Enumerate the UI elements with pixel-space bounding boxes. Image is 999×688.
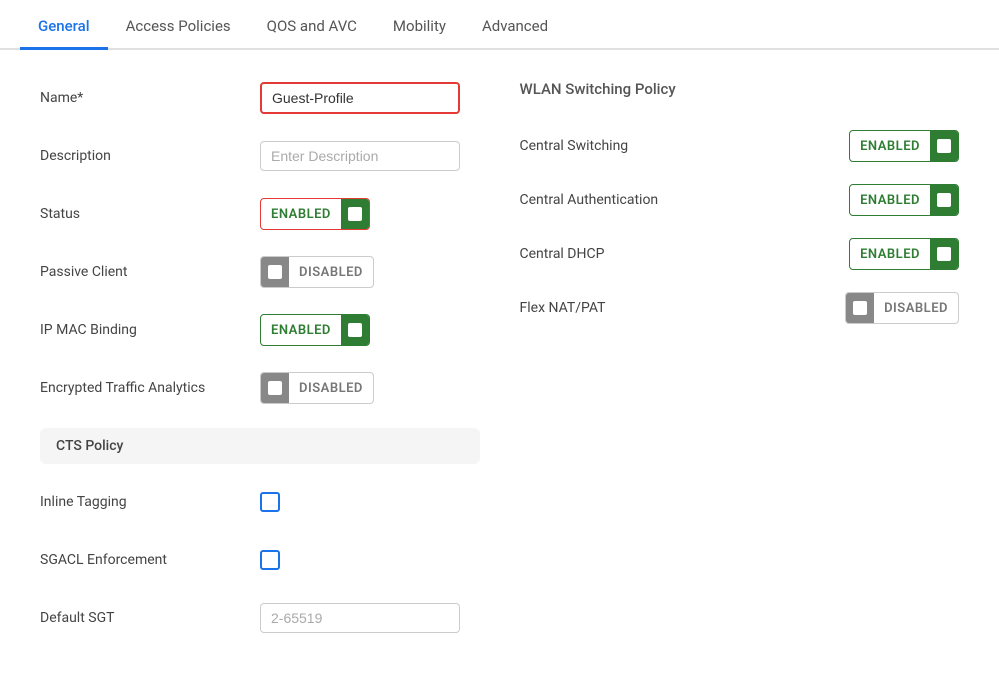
eta-control: DISABLED — [260, 372, 374, 404]
status-toggle[interactable]: ENABLED — [260, 198, 370, 230]
central-switching-toggle[interactable]: ENABLED — [849, 130, 959, 162]
status-row: Status ENABLED — [40, 196, 480, 232]
central-dhcp-label: Central DHCP — [520, 246, 605, 262]
flex-nat-row: Flex NAT/PAT DISABLED — [520, 292, 960, 324]
eta-label: Encrypted Traffic Analytics — [40, 380, 260, 396]
eta-row: Encrypted Traffic Analytics DISABLED — [40, 370, 480, 406]
central-dhcp-toggle[interactable]: ENABLED — [849, 238, 959, 270]
ip-mac-control: ENABLED — [260, 314, 370, 346]
tab-general[interactable]: General — [20, 5, 108, 50]
central-switching-dot — [937, 139, 951, 153]
central-auth-label: Central Authentication — [520, 192, 659, 208]
description-input[interactable] — [260, 141, 460, 171]
eta-dot — [268, 381, 282, 395]
flex-nat-indicator — [846, 293, 874, 323]
cts-section-header: CTS Policy — [40, 428, 480, 464]
description-label: Description — [40, 148, 260, 164]
status-toggle-label: ENABLED — [261, 207, 341, 222]
default-sgt-input[interactable] — [260, 603, 460, 633]
ip-mac-toggle-label: ENABLED — [261, 323, 341, 338]
passive-client-row: Passive Client DISABLED — [40, 254, 480, 290]
passive-client-dot — [268, 265, 282, 279]
tab-access-policies[interactable]: Access Policies — [108, 5, 249, 50]
central-dhcp-dot — [937, 247, 951, 261]
status-toggle-indicator — [341, 199, 369, 229]
ip-mac-label: IP MAC Binding — [40, 322, 260, 338]
main-content: Name* Description Status ENABLED — [0, 50, 999, 688]
status-control: ENABLED — [260, 198, 370, 230]
ip-mac-toggle[interactable]: ENABLED — [260, 314, 370, 346]
ip-mac-indicator — [341, 315, 369, 345]
wlan-policy-label: WLAN Switching Policy — [520, 80, 960, 106]
flex-nat-label: Flex NAT/PAT — [520, 300, 606, 316]
flex-nat-toggle-label: DISABLED — [874, 301, 958, 316]
flex-nat-toggle[interactable]: DISABLED — [845, 292, 959, 324]
central-switching-toggle-label: ENABLED — [850, 139, 930, 154]
passive-client-toggle-label: DISABLED — [289, 265, 373, 280]
central-dhcp-indicator — [930, 239, 958, 269]
flex-nat-dot — [853, 301, 867, 315]
central-dhcp-row: Central DHCP ENABLED — [520, 238, 960, 270]
description-row: Description — [40, 138, 480, 174]
name-control — [260, 82, 460, 114]
central-switching-label: Central Switching — [520, 138, 629, 154]
central-dhcp-toggle-label: ENABLED — [850, 247, 930, 262]
inline-tagging-checkbox[interactable] — [260, 492, 280, 512]
sgacl-checkbox[interactable] — [260, 550, 280, 570]
inline-tagging-label: Inline Tagging — [40, 494, 260, 510]
tab-mobility[interactable]: Mobility — [375, 5, 464, 50]
central-auth-toggle[interactable]: ENABLED — [849, 184, 959, 216]
central-switching-row: Central Switching ENABLED — [520, 130, 960, 162]
eta-toggle[interactable]: DISABLED — [260, 372, 374, 404]
passive-client-control: DISABLED — [260, 256, 374, 288]
name-label: Name* — [40, 90, 260, 106]
central-auth-toggle-label: ENABLED — [850, 193, 930, 208]
central-auth-indicator — [930, 185, 958, 215]
left-column: Name* Description Status ENABLED — [40, 80, 480, 658]
central-auth-row: Central Authentication ENABLED — [520, 184, 960, 216]
ip-mac-dot — [348, 323, 362, 337]
status-toggle-dot — [348, 207, 362, 221]
tab-bar: General Access Policies QOS and AVC Mobi… — [0, 0, 999, 50]
sgacl-label: SGACL Enforcement — [40, 552, 260, 568]
tab-advanced[interactable]: Advanced — [464, 5, 566, 50]
name-row: Name* — [40, 80, 480, 116]
description-control — [260, 141, 460, 171]
central-auth-dot — [937, 193, 951, 207]
default-sgt-label: Default SGT — [40, 610, 260, 626]
default-sgt-control — [260, 603, 460, 633]
passive-client-indicator — [261, 257, 289, 287]
sgacl-row: SGACL Enforcement — [40, 542, 480, 578]
default-sgt-row: Default SGT — [40, 600, 480, 636]
right-column: WLAN Switching Policy Central Switching … — [520, 80, 960, 658]
tab-qos-avc[interactable]: QOS and AVC — [249, 5, 375, 50]
ip-mac-row: IP MAC Binding ENABLED — [40, 312, 480, 348]
eta-toggle-label: DISABLED — [289, 381, 373, 396]
sgacl-control — [260, 550, 280, 570]
passive-client-toggle[interactable]: DISABLED — [260, 256, 374, 288]
eta-indicator — [261, 373, 289, 403]
central-switching-indicator — [930, 131, 958, 161]
name-input[interactable] — [260, 82, 460, 114]
inline-tagging-row: Inline Tagging — [40, 484, 480, 520]
passive-client-label: Passive Client — [40, 264, 260, 280]
inline-tagging-control — [260, 492, 280, 512]
status-label: Status — [40, 206, 260, 222]
